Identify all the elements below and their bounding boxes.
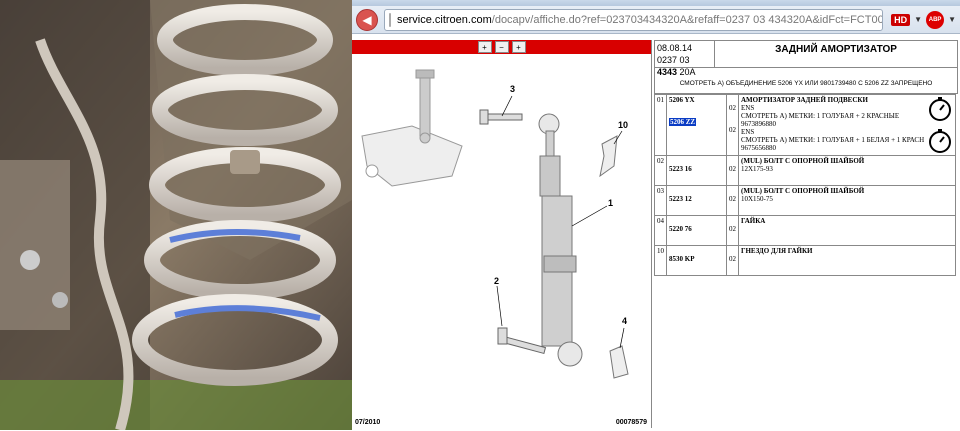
ref-cell: 5223 12 [666, 185, 727, 216]
address-bar[interactable]: service.citroen.com/docapv/affiche.do?re… [384, 8, 884, 31]
qty-cell: 02 [726, 155, 739, 186]
ref-cell: 5220 76 [666, 215, 727, 246]
part-detail: 10X150-75 [741, 195, 773, 203]
desc-cell: (MUL) БОЛТ С ОПОРНОЙ ШАЙБОЙ 10X150-75 [738, 185, 956, 216]
zoom-fit-button[interactable]: + [511, 41, 526, 53]
ref: 5220 76 [669, 225, 692, 233]
adblock-plus-button[interactable]: ABP [926, 10, 945, 29]
qty: 02 [729, 255, 736, 263]
qty: 02 [729, 104, 736, 112]
part-detail: СМОТРЕТЬ А) МЕТКИ: 1 ГОЛУБАЯ + 2 КРАСНЫЕ [741, 112, 900, 120]
extensions: HD ▼ ABP ▼ [891, 10, 956, 29]
parts-pane: 08.08.14 0237 03 4343 20A ЗАДНИЙ АМОРТИЗ… [654, 40, 958, 428]
page-title: ЗАДНИЙ АМОРТИЗАТОР [775, 44, 897, 55]
desc-cell: ГАЙКА [738, 215, 956, 246]
callout-1: 1 [608, 198, 613, 208]
diagram-pane: + − + 3 10 1 2 4 07/2010 00078579 [352, 40, 652, 428]
part-detail: 9673896880 [741, 120, 776, 128]
table-row[interactable]: 03 5223 12 02 (MUL) БОЛТ С ОПОРНОЙ ШАЙБО… [654, 185, 956, 216]
part-detail: СМОТРЕТЬ А) МЕТКИ: 1 ГОЛУБАЯ + 1 БЕЛАЯ +… [741, 136, 925, 144]
hd-extension-button[interactable]: HD [891, 13, 911, 26]
table-row[interactable]: 04 5220 76 02 ГАЙКА [654, 215, 956, 246]
pos-cell: 01 [654, 94, 667, 156]
page-content: + − + 3 10 1 2 4 07/2010 00078579 08.08.… [352, 38, 960, 430]
parts-header: 08.08.14 0237 03 4343 20A ЗАДНИЙ АМОРТИЗ… [654, 40, 958, 77]
ref-5206zz-selected[interactable]: 5206 ZZ [669, 118, 697, 126]
parts-diagram: 3 10 1 2 4 [352, 56, 652, 426]
ref-cell: 5223 16 [666, 155, 727, 186]
ref-prefix: 0237 03 [657, 55, 690, 65]
stopwatch-icon[interactable] [927, 96, 953, 122]
qty: 02 [729, 165, 736, 173]
pos-cell: 03 [654, 185, 667, 216]
callout-3: 3 [510, 84, 515, 94]
ref-cell: 8530 KP [666, 245, 727, 276]
part-detail: 9675656880 [741, 144, 776, 152]
address-row: ◀ service.citroen.com/docapv/affiche.do?… [352, 6, 960, 34]
suspension-photo [0, 0, 352, 430]
browser-window: ◀ service.citroen.com/docapv/affiche.do?… [352, 0, 960, 430]
diagram-id: 00078579 [615, 419, 647, 426]
part-detail: 12X175-93 [741, 165, 773, 173]
ref: 5223 12 [669, 195, 692, 203]
part-detail: ENS [741, 104, 755, 112]
url-path: /docapv/affiche.do?ref=023703434320A&ref… [491, 13, 884, 26]
back-button[interactable]: ◀ [356, 8, 378, 31]
parts-table: 01 5206 YX 5206 ZZ 02 02 АМОРТИЗАТОР ЗАД… [654, 94, 956, 276]
pos-cell: 04 [654, 215, 667, 246]
desc-cell: ГНЕЗДО ДЛЯ ГАЙКИ [738, 245, 956, 276]
ref: 8530 KP [669, 255, 695, 263]
zoom-toolbar: + − + [352, 40, 651, 54]
part-title: ГАЙКА [741, 217, 766, 225]
url-domain: service.citroen.com [397, 13, 492, 26]
site-favicon-icon [389, 12, 391, 27]
desc-cell: АМОРТИЗАТОР ЗАДНЕЙ ПОДВЕСКИ ENS СМОТРЕТЬ… [738, 94, 956, 156]
qty: 02 [729, 126, 736, 134]
zoom-out-button[interactable]: − [494, 41, 509, 53]
part-title: ENS [741, 128, 755, 136]
table-row[interactable]: 10 8530 KP 02 ГНЕЗДО ДЛЯ ГАЙКИ [654, 245, 956, 276]
table-row[interactable]: 02 5223 16 02 (MUL) БОЛТ С ОПОРНОЙ ШАЙБО… [654, 155, 956, 186]
desc-cell: (MUL) БОЛТ С ОПОРНОЙ ШАЙБОЙ 12X175-93 [738, 155, 956, 186]
qty-cell: 02 [726, 215, 739, 246]
qty: 02 [729, 195, 736, 203]
qty-cell: 02 02 [726, 94, 739, 156]
pos-cell: 02 [654, 155, 667, 186]
stopwatch-icon[interactable] [927, 128, 953, 154]
header-meta: 08.08.14 0237 03 4343 20A [655, 41, 715, 77]
ref-bold: 4343 [657, 67, 678, 77]
qty-cell: 02 [726, 185, 739, 216]
callout-2: 2 [494, 276, 499, 286]
callout-4: 4 [622, 316, 627, 326]
diagram-date: 07/2010 [355, 419, 381, 426]
part-title: АМОРТИЗАТОР ЗАДНЕЙ ПОДВЕСКИ [741, 96, 868, 104]
chevron-down-icon[interactable]: ▼ [914, 15, 922, 24]
part-title: (MUL) БОЛТ С ОПОРНОЙ ШАЙБОЙ [741, 157, 865, 165]
header-date: 08.08.14 [657, 43, 693, 53]
ref-cell: 5206 YX 5206 ZZ [666, 94, 727, 156]
part-title: ГНЕЗДО ДЛЯ ГАЙКИ [741, 247, 813, 255]
header-ref: 0237 03 4343 20A [657, 54, 712, 78]
chevron-down-icon[interactable]: ▼ [948, 15, 956, 24]
callout-10: 10 [618, 120, 628, 130]
qty-cell: 02 [726, 245, 739, 276]
ref-suffix: 20A [679, 67, 696, 77]
part-title: (MUL) БОЛТ С ОПОРНОЙ ШАЙБОЙ [741, 187, 865, 195]
table-row[interactable]: 01 5206 YX 5206 ZZ 02 02 АМОРТИЗАТОР ЗАД… [654, 94, 956, 156]
zoom-in-button[interactable]: + [477, 41, 492, 53]
qty: 02 [729, 225, 736, 233]
pos-cell: 10 [654, 245, 667, 276]
ref: 5223 16 [669, 165, 692, 173]
ref-5206yx: 5206 YX [669, 96, 695, 104]
